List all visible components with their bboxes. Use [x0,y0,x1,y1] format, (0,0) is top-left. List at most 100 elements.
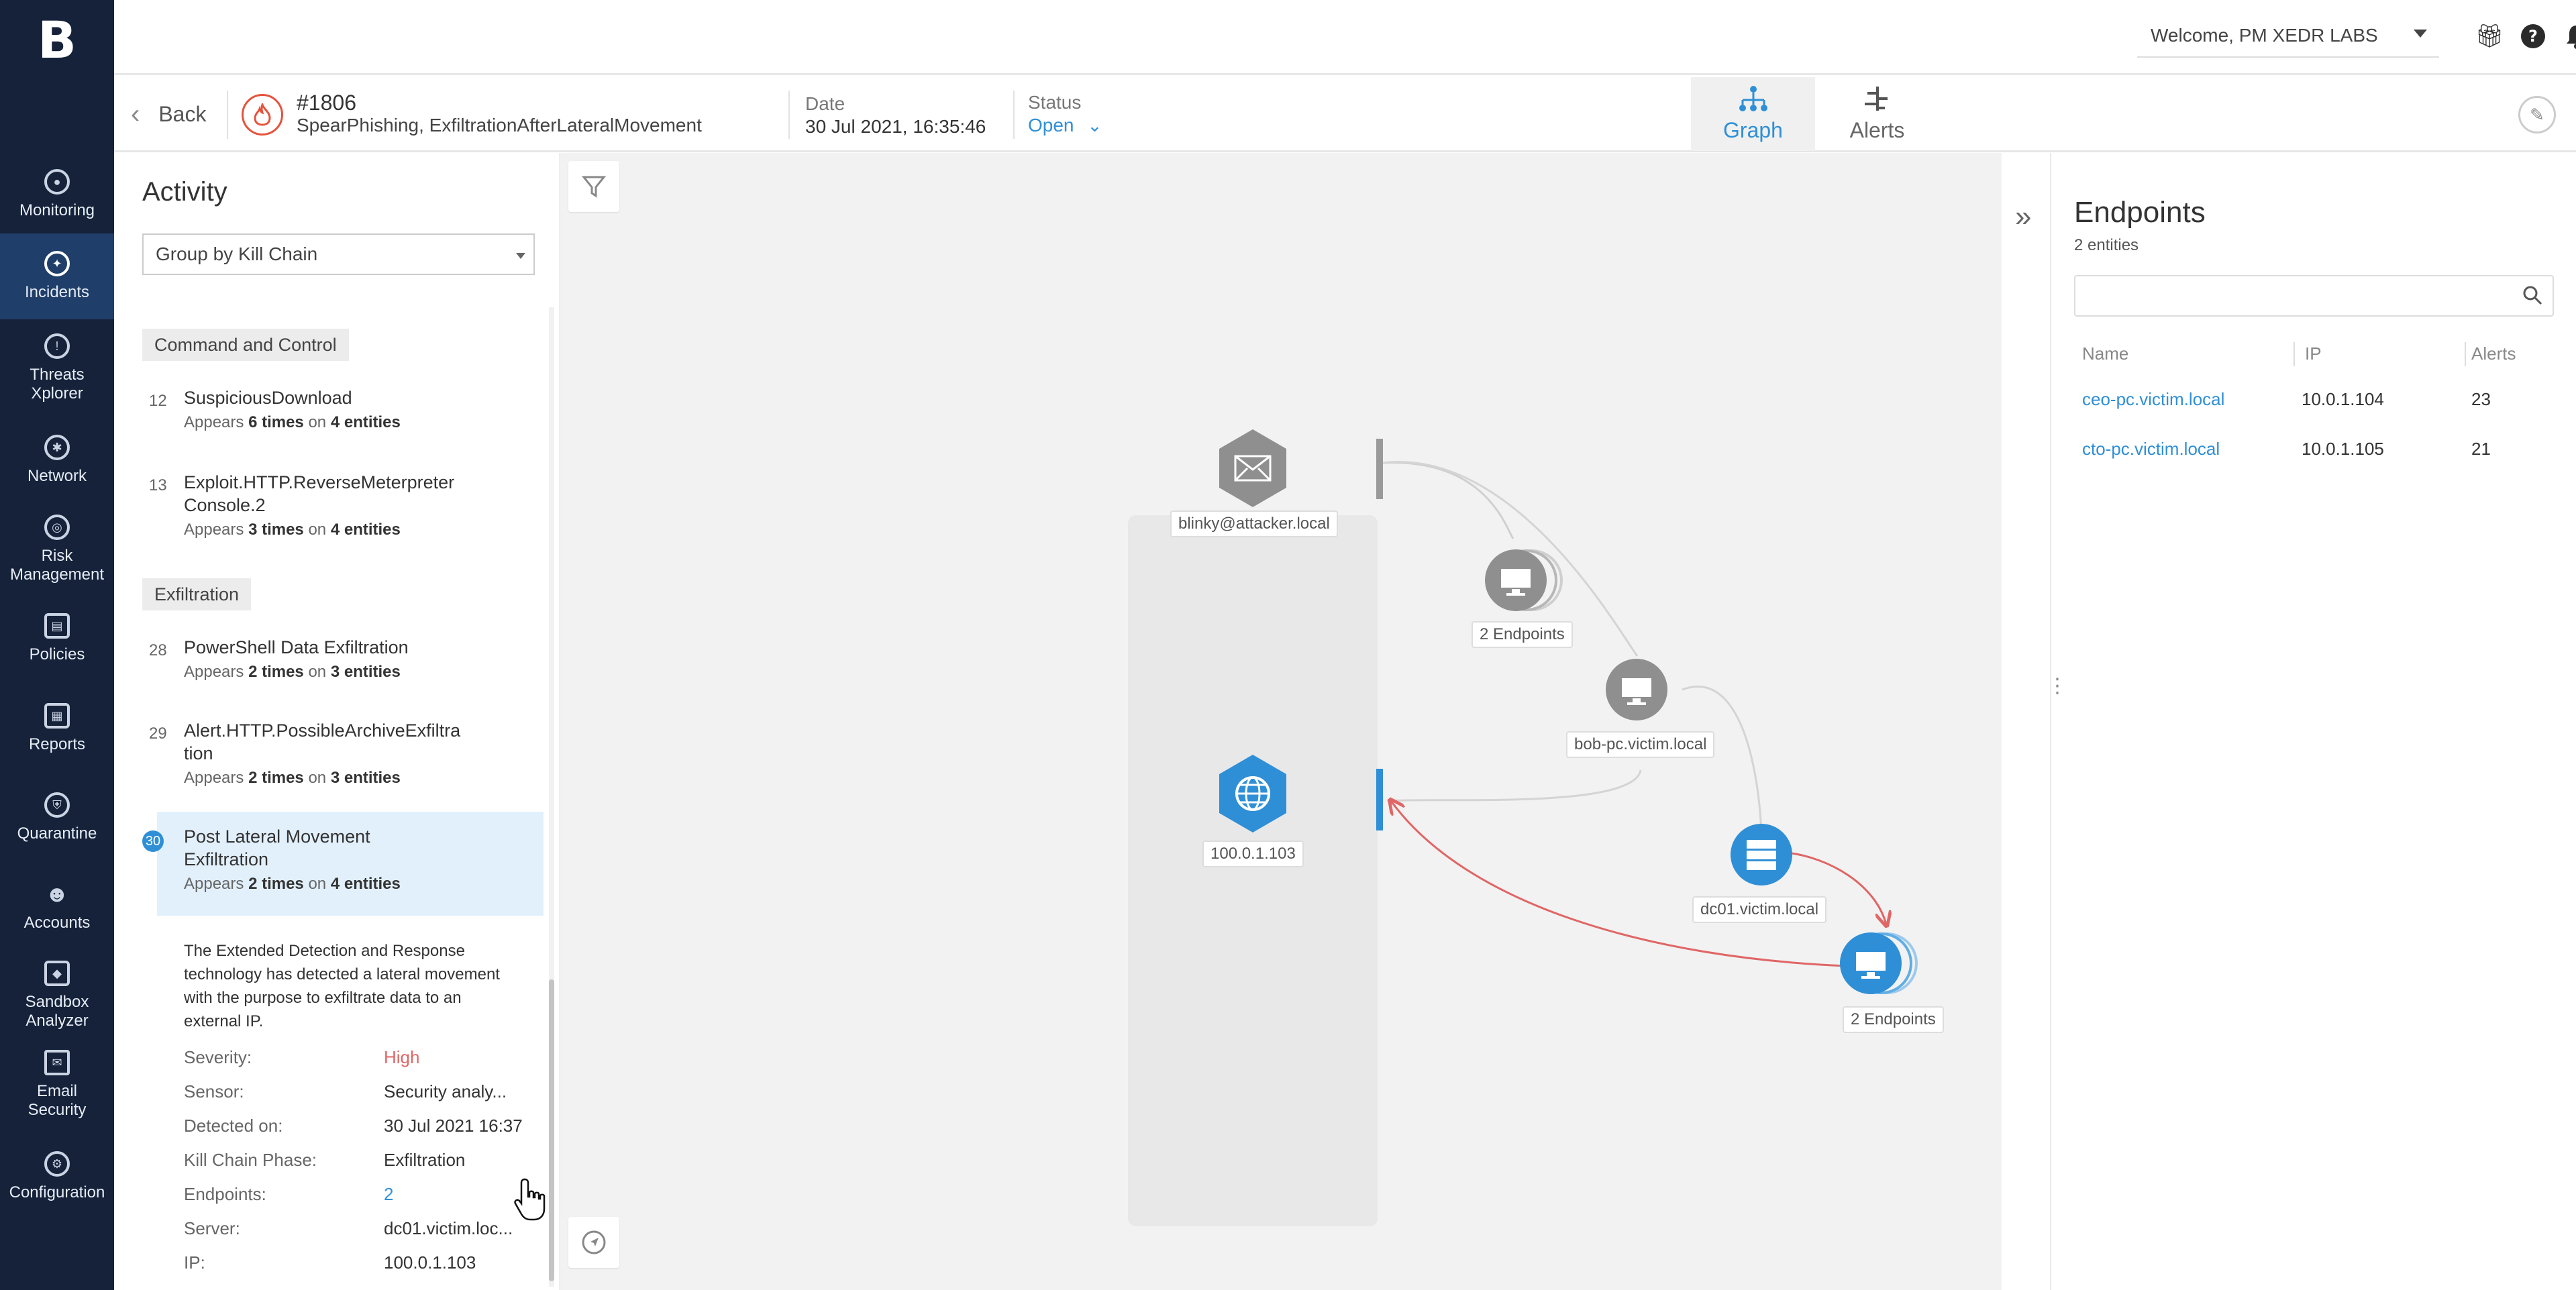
user-menu[interactable]: Welcome, PM XEDR LABS [2137,15,2439,58]
endpoints-blue-label[interactable]: 2 Endpoints [1843,1006,1944,1033]
endpoints-group-blue [1840,932,1918,994]
nav-label: Quarantine [17,824,97,843]
date-label: Date [805,93,845,114]
nav-item-monitoring[interactable]: ● Monitoring [0,152,114,237]
email-icon: ✉ [44,1050,70,1075]
tab-alerts[interactable]: Alerts [1815,77,1939,151]
back-button[interactable]: ‹ Back [131,97,206,131]
endpoints-gray-label[interactable]: 2 Endpoints [1472,621,1573,648]
panel-divider [2050,153,2051,1290]
nav-label: Email Security [28,1082,87,1119]
status-dropdown[interactable]: Open ⌄ [1028,115,1102,136]
edge [1682,686,1763,835]
nav-item-configuration[interactable]: ⚙ Configuration [0,1134,114,1220]
gift-icon[interactable]: 🎁︎ [2475,23,2504,50]
back-label: Back [158,101,207,126]
column-header-ip[interactable]: IP [2305,343,2322,364]
nav-item-email-security[interactable]: ✉ Email Security [0,1042,114,1128]
search-input[interactable] [2074,275,2554,317]
incident-name: SpearPhishing, ExfiltrationAfterLateralM… [297,115,702,136]
incidents-icon: ✦ [44,251,70,276]
nav-item-risk-management[interactable]: ◎ Risk Management [0,506,114,592]
sandbox-icon: ◆ [44,961,70,986]
column-header-alerts[interactable]: Alerts [2471,343,2516,364]
endpoints-link[interactable]: 2 [384,1184,393,1205]
nav-item-quarantine[interactable]: ⛨ Quarantine [0,775,114,861]
divider [788,91,790,139]
item-number: 28 [149,641,167,659]
entity-count: 2 entities [2074,236,2139,254]
nav-label: Configuration [9,1183,105,1201]
item-occurrences: Appears 2 times on 4 entities [184,875,401,893]
dc01-label[interactable]: dc01.victim.local [1692,896,1827,923]
network-icon: ✱ [44,435,70,460]
endpoint-name-link[interactable]: ceo-pc.victim.local [2082,389,2224,410]
sensor-value: Security analy... [384,1081,507,1101]
top-bar: Welcome, PM XEDR LABS 🎁︎ ? [114,0,2576,75]
activity-title: Activity [142,177,227,207]
kill-chain-value: Exfiltration [384,1150,466,1170]
nav-item-incidents[interactable]: ✦ Incidents [0,233,114,319]
drag-handle-icon[interactable]: ⋮ [2047,676,2067,696]
date-value: 30 Jul 2021, 16:35:46 [805,116,986,137]
status-label: Status [1028,92,1082,113]
search-icon [2523,286,2542,305]
nav-item-accounts[interactable]: ☻ Accounts [0,864,114,950]
connector-bar-gray [1376,439,1383,499]
endpoint-name-link[interactable]: cto-pc.victim.local [2082,439,2220,460]
nav-item-network[interactable]: ✱ Network [0,417,114,503]
bell-icon[interactable] [2563,23,2576,50]
endpoints-panel: » ⋮ Endpoints 2 entities Name IP Alerts … [2002,153,2576,1290]
quarantine-icon: ⛨ [44,792,70,818]
group-by-value: Group by Kill Chain [156,244,318,264]
risk-icon: ◎ [44,515,70,540]
ip-node-label[interactable]: 100.0.1.103 [1202,841,1304,867]
server-value: dc01.victim.loc... [384,1218,513,1238]
email-node-label[interactable]: blinky@attacker.local [1170,510,1338,537]
chevron-down-icon [516,253,525,259]
nav-item-sandbox-analyzer[interactable]: ◆ Sandbox Analyzer [0,953,114,1038]
detected-on-value: 30 Jul 2021 16:37 [384,1116,523,1136]
configuration-icon: ⚙ [44,1151,70,1177]
divider [227,91,228,139]
threats-icon: ! [44,333,70,359]
left-navigation: B ● Monitoring ✦ Incidents ! Threats Xpl… [0,0,114,1290]
server-label: Server: [184,1218,240,1238]
nav-label: Monitoring [19,201,95,219]
graph-canvas[interactable]: blinky@attacker.local 100.0.1.103 2 Endp… [560,153,2002,1290]
scrollbar-thumb[interactable] [549,979,554,1281]
nav-item-threats-xplorer[interactable]: ! Threats Xplorer [0,325,114,411]
detail-description: The Extended Detection and Response tech… [184,942,500,1030]
item-name: Alert.HTTP.PossibleArchiveExfiltra tion [184,720,461,763]
tab-label: Alerts [1849,118,1905,142]
ip-node [1219,755,1286,832]
item-occurrences: Appears 2 times on 3 entities [184,769,401,787]
connector-bar-blue [1376,769,1383,830]
group-by-select[interactable]: Group by Kill Chain [142,233,535,275]
bob-pc-label[interactable]: bob-pc.victim.local [1566,731,1715,758]
nav-item-policies[interactable]: ▤ Policies [0,596,114,682]
incident-header: ‹ Back #1806 SpearPhishing, Exfiltration… [114,77,2576,152]
graph-edges [1219,429,1918,994]
item-name: Post Lateral Movement Exfiltration [184,826,370,869]
column-separator [2294,342,2295,366]
edit-button[interactable]: ✎ [2518,96,2556,133]
column-header-name[interactable]: Name [2082,343,2128,364]
alerts-icon [1862,85,1893,118]
endpoints-group-gray [1485,549,1563,611]
kill-chain-label: Kill Chain Phase: [184,1150,317,1170]
tab-graph[interactable]: Graph [1691,77,1815,151]
help-icon[interactable]: ? [2520,23,2546,50]
double-chevron-right-icon: » [2015,200,2032,233]
item-number: 12 [149,392,167,410]
item-name: PowerShell Data Exfiltration [184,637,409,657]
endpoint-alerts: 23 [2471,389,2491,409]
tab-label: Graph [1723,118,1783,142]
severity-value: High [384,1047,420,1067]
item-number: 29 [149,724,167,743]
app-logo[interactable]: B [0,0,114,79]
collapse-panel-button[interactable]: » [2015,200,2031,233]
bob-pc-node [1606,659,1667,720]
nav-item-reports[interactable]: ▦ Reports [0,686,114,771]
nav-label: Incidents [24,283,90,301]
